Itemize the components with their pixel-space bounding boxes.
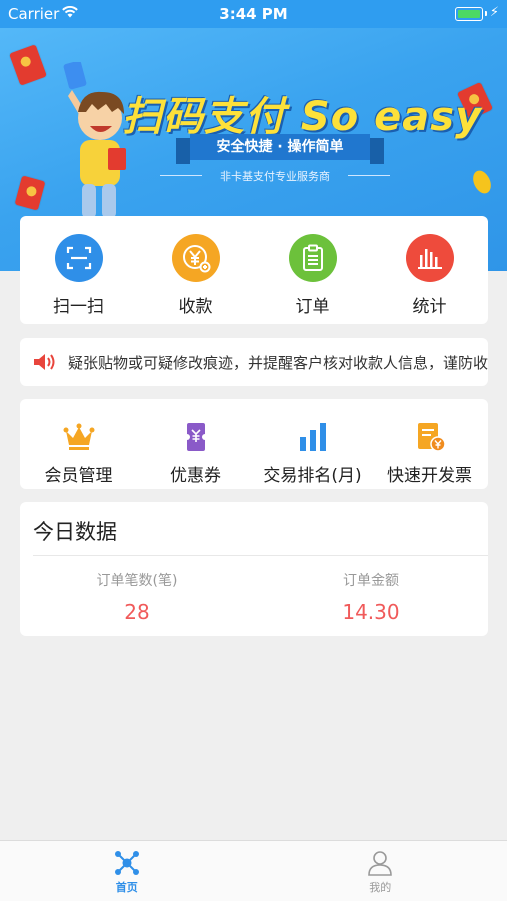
transaction-ranking-label: 交易排名(月): [263, 461, 361, 486]
charging-icon: ⚡: [490, 5, 499, 20]
notice-text: 疑张贴物或可疑修改痕迹，并提醒客户核对收款人信息，谨防收款: [68, 352, 488, 373]
user-icon: [366, 850, 394, 876]
quick-invoice-button[interactable]: 快速开发票: [371, 399, 488, 489]
today-data-card: 今日数据 订单笔数(笔) 28 订单金额 14.30: [20, 502, 488, 636]
banner-subtitle: 非卡基支付专业服务商: [160, 168, 390, 184]
status-bar: Carrier 3:44 PM ⚡: [0, 0, 507, 28]
collect-payment-button[interactable]: 收款: [137, 216, 254, 324]
order-count-label: 订单笔数(笔): [20, 570, 254, 590]
orders-button[interactable]: 订单: [254, 216, 371, 324]
bar-chart-icon: [406, 234, 454, 282]
tab-home-label: 首页: [116, 879, 138, 895]
divider: [33, 555, 488, 556]
speaker-icon: [32, 352, 60, 372]
tools-card: 会员管理 优惠券 交易排名(月): [20, 399, 488, 489]
order-amount-label: 订单金额: [254, 570, 488, 590]
coupon-icon: [180, 421, 212, 453]
ranking-bars-icon: [297, 421, 329, 453]
scan-button[interactable]: 扫一扫: [20, 216, 137, 324]
yuan-collect-icon: [172, 234, 220, 282]
scan-label: 扫一扫: [53, 292, 104, 317]
member-management-label: 会员管理: [45, 461, 113, 486]
quick-invoice-label: 快速开发票: [387, 461, 472, 486]
battery-icon: [455, 7, 483, 21]
order-amount-value: 14.30: [254, 600, 488, 624]
home-network-icon: [113, 850, 141, 876]
tab-mine-label: 我的: [369, 879, 391, 895]
tab-bar: 首页 我的: [0, 840, 507, 901]
member-management-button[interactable]: 会员管理: [20, 399, 137, 489]
red-envelope-icon: [9, 44, 47, 86]
clock: 3:44 PM: [0, 5, 507, 23]
clipboard-icon: [289, 234, 337, 282]
tab-home[interactable]: 首页: [0, 841, 254, 901]
statistics-label: 统计: [413, 292, 447, 317]
scan-icon: [55, 234, 103, 282]
transaction-ranking-button[interactable]: 交易排名(月): [254, 399, 371, 489]
coupons-button[interactable]: 优惠券: [137, 399, 254, 489]
order-count-stat[interactable]: 订单笔数(笔) 28: [20, 570, 254, 624]
collect-label: 收款: [179, 292, 213, 317]
crown-icon: [63, 421, 95, 453]
orders-label: 订单: [296, 292, 330, 317]
main-actions-card: 扫一扫 收款: [20, 216, 488, 324]
statistics-button[interactable]: 统计: [371, 216, 488, 324]
red-envelope-icon: [15, 175, 46, 210]
coupons-label: 优惠券: [170, 461, 221, 486]
banner-ribbon: 安全快捷 · 操作简单: [190, 134, 370, 160]
today-data-title: 今日数据: [33, 516, 117, 546]
order-amount-stat[interactable]: 订单金额 14.30: [254, 570, 488, 624]
coin-icon: [470, 168, 495, 197]
order-count-value: 28: [20, 600, 254, 624]
invoice-icon: [414, 421, 446, 453]
tab-mine[interactable]: 我的: [254, 841, 507, 901]
notice-bar[interactable]: 疑张贴物或可疑修改痕迹，并提醒客户核对收款人信息，谨防收款: [20, 338, 488, 386]
